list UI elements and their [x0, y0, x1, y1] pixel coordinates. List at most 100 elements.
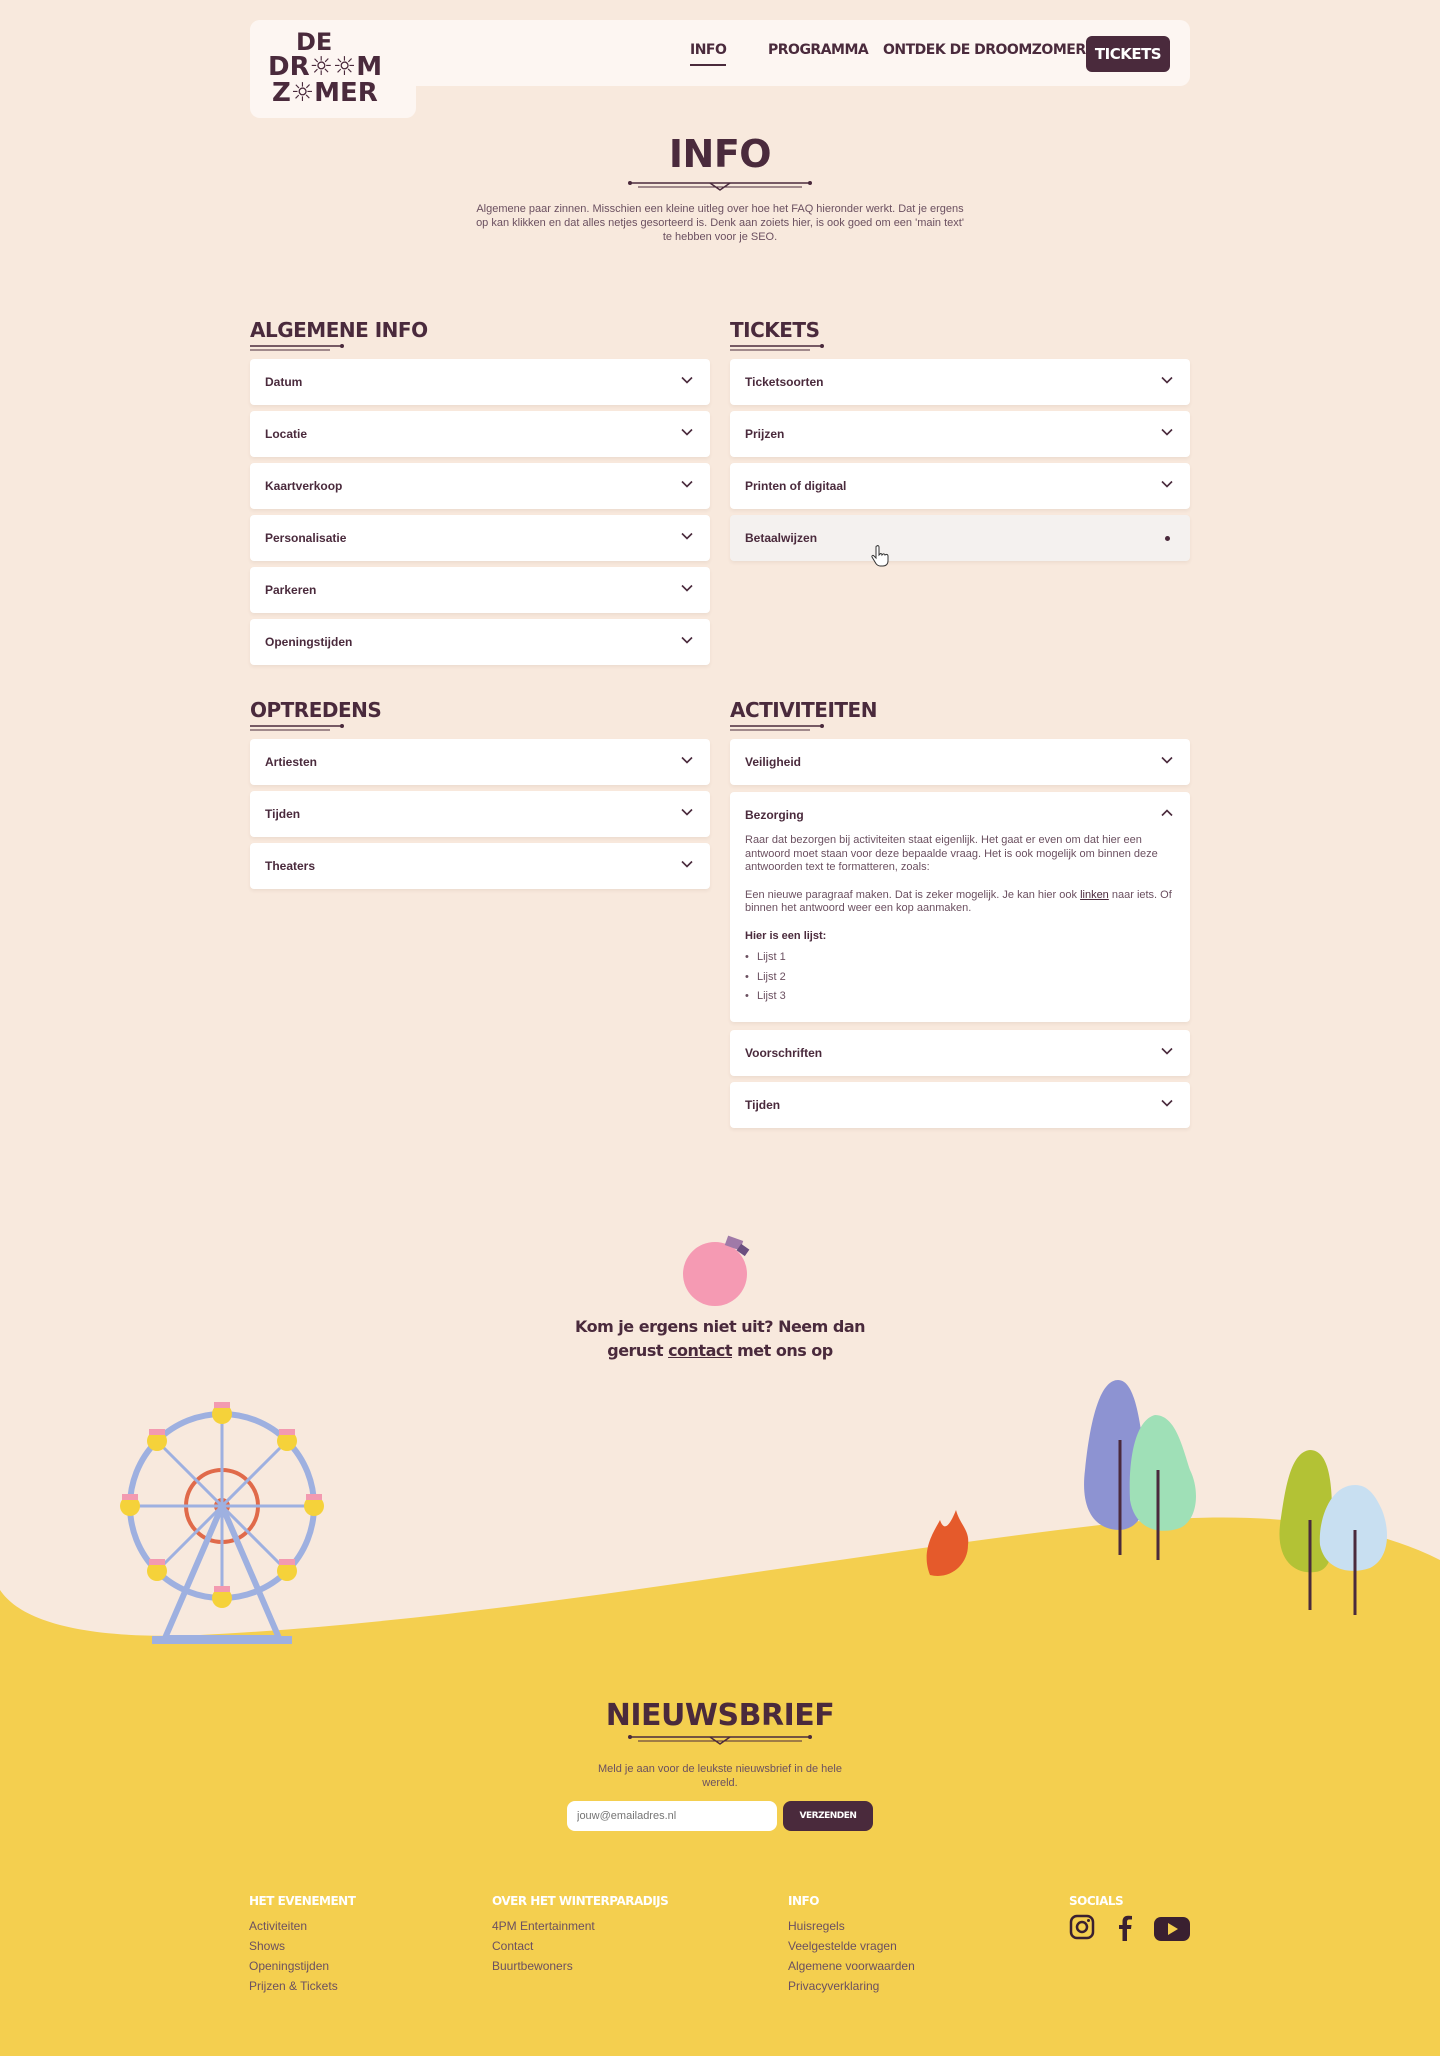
newsletter-divider: [628, 1735, 812, 1745]
faq-question: Artiesten: [265, 755, 318, 769]
faq-question: Voorschriften: [745, 1046, 823, 1060]
chevron-down-icon: [1161, 376, 1173, 384]
chevron-down-icon: [681, 532, 693, 540]
loading-dot-icon: [1165, 536, 1170, 541]
faq-item-openingstijden[interactable]: Openingstijden: [250, 619, 710, 665]
contact-link[interactable]: contact: [668, 1341, 732, 1360]
faq-question: Parkeren: [265, 583, 317, 597]
footer-link[interactable]: Algemene voorwaarden: [788, 1959, 915, 1973]
answer-paragraph-1: Raar dat bezorgen bij activiteiten staat…: [745, 834, 1158, 873]
contact-text-part: met ons op: [732, 1341, 833, 1360]
section-underline: [250, 344, 344, 351]
footer-link[interactable]: Shows: [249, 1939, 285, 1953]
chevron-down-icon: [681, 808, 693, 816]
chevron-down-icon: [681, 376, 693, 384]
faq-answer: Raar dat bezorgen bij activiteiten staat…: [745, 834, 1175, 1010]
faq-item-tijden-activiteiten[interactable]: Tijden: [730, 1082, 1190, 1128]
faq-question: Datum: [265, 375, 303, 389]
chevron-down-icon: [681, 480, 693, 488]
faq-question: Tijden: [265, 807, 301, 821]
faq-question: Betaalwijzen: [745, 531, 818, 545]
faq-item-personalisatie[interactable]: Personalisatie: [250, 515, 710, 561]
footer-link[interactable]: Veelgestelde vragen: [788, 1939, 897, 1953]
youtube-icon[interactable]: [1153, 1916, 1191, 1942]
hand-cursor-icon: [871, 545, 889, 567]
footer-link[interactable]: Contact: [492, 1939, 533, 1953]
faq-question: Tijden: [745, 1098, 781, 1112]
faq-item-printen[interactable]: Printen of digitaal: [730, 463, 1190, 509]
chevron-down-icon: [1161, 756, 1173, 764]
faq-question: Kaartverkoop: [265, 479, 343, 493]
faq-question: Locatie: [265, 427, 308, 441]
instagram-icon[interactable]: [1069, 1914, 1095, 1940]
contact-text: Kom je ergens niet uit? Neem dan gerust …: [560, 1315, 880, 1363]
logo-line-3: Z☼MER: [272, 78, 378, 108]
faq-question: Prijzen: [745, 427, 785, 441]
chevron-down-icon: [1161, 428, 1173, 436]
nav-item-ontdek[interactable]: ONTDEK DE DROOMZOMER: [883, 42, 1104, 58]
footer-link[interactable]: Privacyverklaring: [788, 1979, 879, 1993]
faq-question: Veiligheid: [745, 755, 802, 769]
faq-item-artiesten[interactable]: Artiesten: [250, 739, 710, 785]
footer-link[interactable]: Activiteiten: [249, 1919, 307, 1933]
tickets-button[interactable]: TICKETS: [1086, 36, 1170, 72]
footer-col-title: INFO: [788, 1894, 819, 1908]
list-item: Lijst 2: [745, 971, 1175, 985]
footer-link[interactable]: Huisregels: [788, 1919, 845, 1933]
faq-item-betaalwijzen[interactable]: Betaalwijzen: [730, 515, 1190, 567]
site-logo[interactable]: DE DR☼☼M Z☼MER: [268, 28, 398, 108]
list-item: Lijst 3: [745, 990, 1175, 1004]
faq-question: Personalisatie: [265, 531, 347, 545]
faq-item-datum[interactable]: Datum: [250, 359, 710, 405]
chevron-up-icon: [1161, 809, 1173, 817]
chevron-down-icon: [681, 584, 693, 592]
chevron-down-icon: [1161, 1047, 1173, 1055]
ferris-wheel-illustration: [120, 1402, 324, 1644]
nav-item-info[interactable]: INFO: [690, 42, 727, 66]
section-underline: [730, 344, 824, 351]
intro-text: Algemene paar zinnen. Misschien een klei…: [476, 203, 964, 243]
answer-link[interactable]: linken: [1080, 889, 1109, 901]
section-title-tickets: TICKETS: [730, 318, 820, 342]
answer-text: Een nieuwe paragraaf maken. Dat is zeker…: [745, 888, 1081, 901]
chevron-down-icon: [681, 428, 693, 436]
footer-col-title: OVER HET WINTERPARADIJS: [492, 1894, 669, 1908]
footer-link[interactable]: Prijzen & Tickets: [249, 1979, 338, 1993]
title-divider: [628, 181, 812, 191]
section-title-algemene: ALGEMENE INFO: [250, 318, 428, 342]
faq-item-parkeren[interactable]: Parkeren: [250, 567, 710, 613]
chevron-down-icon: [681, 756, 693, 764]
section-title-optredens: OPTREDENS: [250, 698, 382, 722]
newsletter-title: NIEUWSBRIEF: [605, 1698, 835, 1733]
faq-item-prijzen[interactable]: Prijzen: [730, 411, 1190, 457]
chevron-down-icon: [1161, 1099, 1173, 1107]
balloon-illustration: [683, 1235, 750, 1306]
faq-item-veiligheid[interactable]: Veiligheid: [730, 739, 1190, 785]
send-button[interactable]: VERZENDEN: [783, 1801, 873, 1831]
footer-link[interactable]: 4PM Entertainment: [492, 1919, 595, 1933]
section-underline: [250, 724, 344, 731]
facebook-icon[interactable]: [1115, 1914, 1135, 1942]
faq-question: Printen of digitaal: [745, 479, 847, 493]
footer-link[interactable]: Buurtbewoners: [492, 1959, 573, 1973]
faq-question: Ticketsoorten: [745, 375, 824, 389]
list-item: Lijst 1: [745, 951, 1175, 965]
email-input[interactable]: [567, 1801, 777, 1831]
nav-item-programma[interactable]: PROGRAMMA: [768, 42, 869, 58]
faq-question: Openingstijden: [265, 635, 353, 649]
answer-list: Lijst 1 Lijst 2 Lijst 3: [745, 951, 1175, 1004]
faq-question: Bezorging: [745, 808, 804, 822]
faq-item-theaters[interactable]: Theaters: [250, 843, 710, 889]
faq-item-bezorging-open[interactable]: Bezorging Raar dat bezorgen bij activite…: [730, 792, 1190, 1022]
faq-item-voorschriften[interactable]: Voorschriften: [730, 1030, 1190, 1076]
faq-item-ticketsoorten[interactable]: Ticketsoorten: [730, 359, 1190, 405]
newsletter-text: Meld je aan voor de leukste nieuwsbrief …: [598, 1763, 842, 1789]
page-title: INFO: [668, 132, 772, 176]
faq-item-kaartverkoop[interactable]: Kaartverkoop: [250, 463, 710, 509]
footer-col-title: SOCIALS: [1069, 1894, 1124, 1908]
faq-item-tijden-optredens[interactable]: Tijden: [250, 791, 710, 837]
footer-link[interactable]: Openingstijden: [249, 1959, 329, 1973]
section-title-activiteiten: ACTIVITEITEN: [730, 698, 877, 722]
section-underline: [730, 724, 824, 731]
faq-item-locatie[interactable]: Locatie: [250, 411, 710, 457]
